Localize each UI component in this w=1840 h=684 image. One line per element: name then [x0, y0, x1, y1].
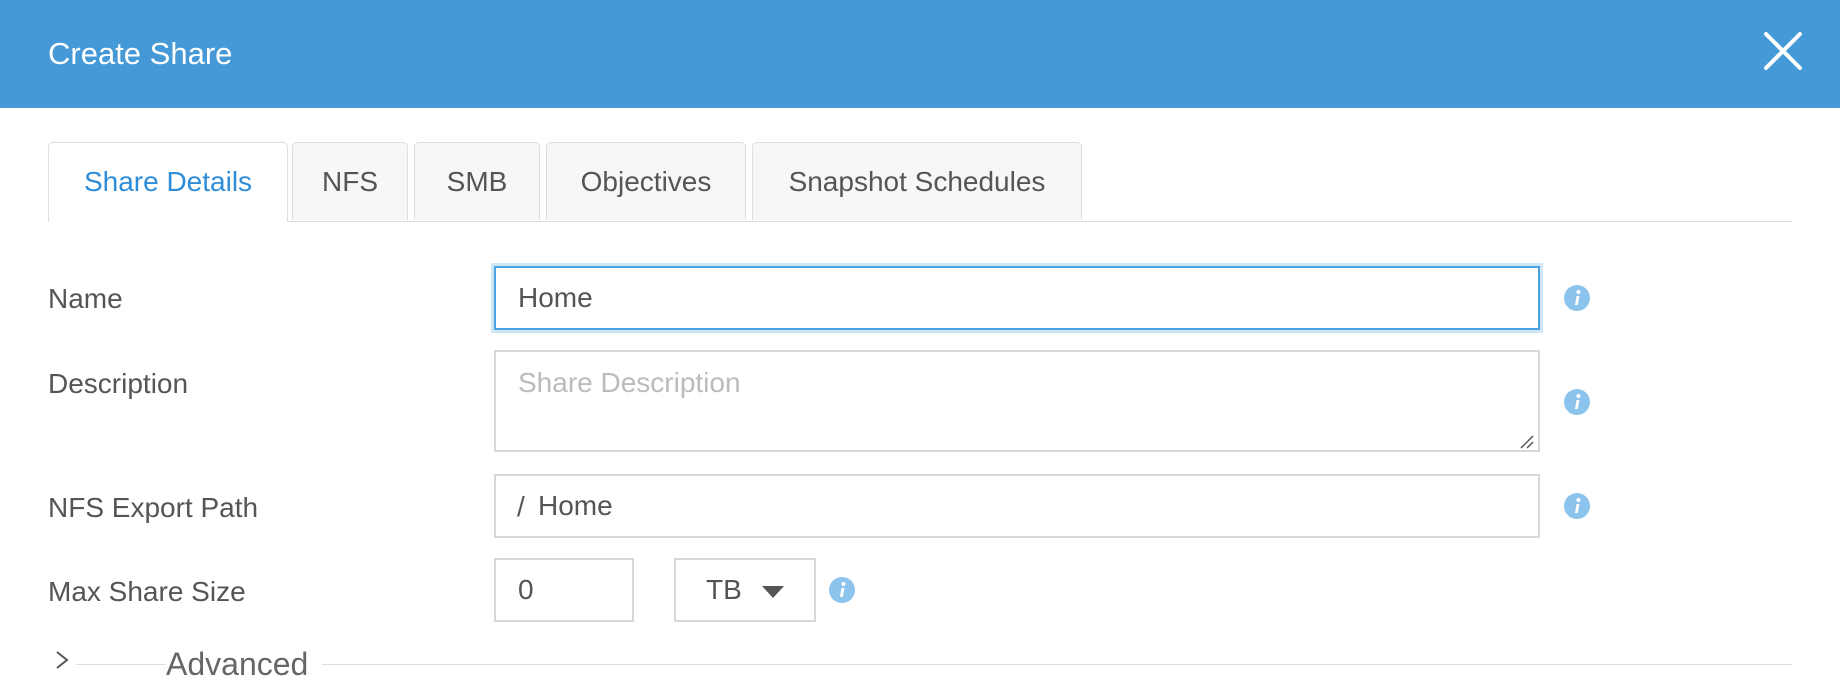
create-share-dialog: Create Share Share Details NFS SMB Objec…: [0, 0, 1840, 684]
tab-nfs[interactable]: NFS: [292, 142, 408, 220]
max-share-size-info-button[interactable]: [828, 576, 856, 604]
info-icon: [1564, 493, 1590, 519]
name-info-button[interactable]: [1563, 284, 1591, 312]
max-share-size-label: Max Share Size: [48, 576, 246, 607]
nfs-export-path-label: NFS Export Path: [48, 492, 259, 523]
description-textarea[interactable]: [494, 350, 1540, 452]
tab-smb[interactable]: SMB: [414, 142, 540, 220]
resize-grip-icon[interactable]: [1517, 432, 1535, 450]
chevron-right-icon: [56, 651, 69, 669]
divider: [322, 664, 1792, 665]
tab-objectives[interactable]: Objectives: [546, 142, 746, 220]
max-share-size-input[interactable]: [494, 558, 634, 622]
nfs-export-path-input[interactable]: [494, 474, 1540, 538]
tab-share-details[interactable]: Share Details: [48, 142, 288, 222]
path-prefix: /: [517, 491, 525, 522]
name-label: Name: [48, 283, 123, 314]
tab-snapshot-schedules[interactable]: Snapshot Schedules: [752, 142, 1082, 220]
description-label: Description: [48, 368, 189, 399]
info-icon: [1564, 285, 1590, 311]
name-input[interactable]: [494, 266, 1540, 330]
size-unit-select[interactable]: TB: [674, 558, 816, 622]
info-icon: [1564, 389, 1590, 415]
advanced-label: Advanced: [166, 644, 309, 684]
close-button[interactable]: [1762, 30, 1804, 72]
dialog-title: Create Share: [48, 36, 233, 71]
tab-bar: Share Details NFS SMB Objectives Snapsho…: [48, 142, 1792, 222]
info-icon: [829, 577, 855, 603]
nfs-export-path-info-button[interactable]: [1563, 492, 1591, 520]
caret-down-icon: [762, 586, 784, 598]
close-icon: [1764, 32, 1802, 70]
dialog-header: Create Share: [0, 0, 1840, 108]
description-info-button[interactable]: [1563, 388, 1591, 416]
size-unit-value: TB: [706, 574, 742, 605]
advanced-toggle[interactable]: Advanced: [48, 640, 1792, 684]
